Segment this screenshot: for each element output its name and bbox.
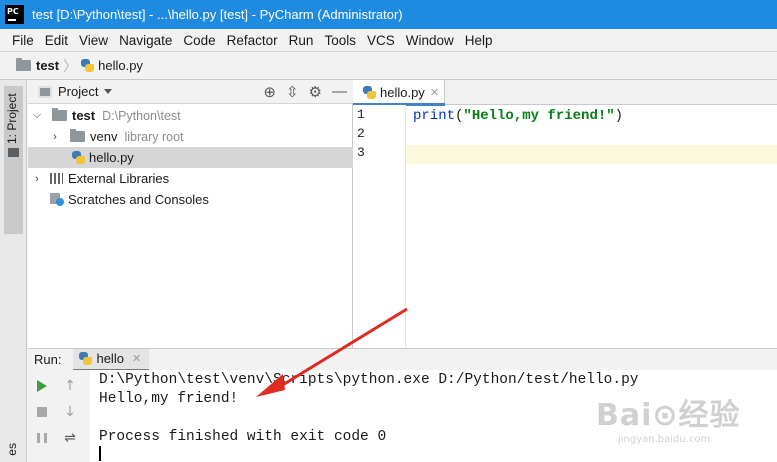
code-string-literal: "Hello,my friend!": [463, 108, 615, 124]
tool-tab-structure[interactable]: es: [5, 443, 19, 456]
project-panel-header: Project ⊕ ⇳ ⚙ —: [28, 80, 353, 104]
title-bar: PC test [D:\Python\test] - ...\hello.py …: [0, 0, 777, 29]
pause-icon[interactable]: [34, 430, 50, 446]
folder-icon: [16, 58, 31, 71]
menu-help[interactable]: Help: [461, 33, 497, 48]
project-view-icon: [38, 85, 52, 98]
run-panel-header: Run: hello ✕: [28, 348, 777, 371]
folder-icon: [52, 108, 67, 121]
line-number: 3: [357, 145, 365, 160]
tree-item-label: External Libraries: [68, 171, 170, 186]
tree-item-label: test: [72, 108, 96, 123]
project-panel: Project ⊕ ⇳ ⚙ — ⌵ test D:\Python\test › …: [28, 80, 353, 348]
breadcrumb: test 〉 hello.py: [0, 51, 777, 80]
line-number-gutter: 1 2 3: [353, 105, 406, 348]
code-area[interactable]: print("Hello,my friend!"): [413, 107, 623, 126]
line-number: 2: [357, 126, 365, 141]
library-icon: [50, 173, 63, 184]
project-panel-title[interactable]: Project: [58, 84, 98, 99]
text-caret: [99, 446, 101, 461]
breadcrumb-file-label: hello.py: [98, 58, 143, 73]
tree-item-path: D:\Python\test: [102, 108, 181, 123]
menu-navigate[interactable]: Navigate: [115, 33, 176, 48]
menu-vcs[interactable]: VCS: [363, 33, 399, 48]
tree-item-label: Scratches and Consoles: [68, 192, 209, 207]
tree-item-label: venv: [90, 129, 118, 144]
python-file-icon: [79, 352, 93, 365]
menu-refactor[interactable]: Refactor: [223, 33, 282, 48]
menu-tools[interactable]: Tools: [320, 33, 360, 48]
breadcrumb-project-label: test: [36, 58, 60, 73]
editor-tab-bar: hello.py ✕: [353, 80, 777, 106]
close-tab-icon[interactable]: ✕: [132, 352, 141, 365]
tree-item-scratches[interactable]: Scratches and Consoles: [28, 189, 353, 210]
run-tab-hello[interactable]: hello ✕: [73, 348, 150, 371]
expanded-arrow-icon[interactable]: ⌵: [30, 109, 44, 122]
line-number: 1: [357, 107, 365, 122]
editor-tab-hello-py[interactable]: hello.py ✕: [353, 80, 445, 106]
project-tool-icon: [8, 148, 19, 157]
minimize-icon[interactable]: —: [332, 83, 347, 101]
scratches-icon: [50, 193, 64, 206]
code-paren-close: ): [614, 108, 624, 124]
run-tab-label: hello: [96, 351, 124, 366]
tree-item-external-libraries[interactable]: › External Libraries: [28, 168, 353, 189]
watermark: Bai⊙经验 jingyan.baidu.com: [596, 390, 766, 452]
menu-edit[interactable]: Edit: [41, 33, 72, 48]
menu-view[interactable]: View: [75, 33, 112, 48]
stop-icon[interactable]: [34, 404, 50, 420]
run-toolbar: ↑ ↓ ⇌: [28, 370, 90, 462]
console-line-command: D:\Python\test\venv\Scripts\python.exe D…: [99, 372, 639, 388]
folder-icon: [70, 129, 85, 142]
run-panel-label: Run:: [34, 352, 62, 367]
tree-item-hello-py[interactable]: hello.py: [28, 147, 353, 168]
console-line-output: Hello,my friend!: [99, 391, 239, 407]
tree-item-project-root[interactable]: ⌵ test D:\Python\test: [28, 105, 353, 126]
python-file-icon: [81, 59, 95, 72]
collapsed-arrow-icon[interactable]: ›: [30, 173, 44, 185]
console-line-exit: Process finished with exit code 0: [99, 429, 387, 445]
editor: hello.py ✕ 1 2 3 print("Hello,my friend!…: [353, 80, 777, 348]
locate-icon[interactable]: ⊕: [263, 83, 276, 101]
scroll-down-icon[interactable]: ↓: [62, 404, 78, 420]
left-tool-strip: 1: Project es: [0, 80, 27, 462]
menu-code[interactable]: Code: [179, 33, 219, 48]
python-file-icon: [72, 151, 85, 164]
breadcrumb-separator-icon: 〉: [63, 57, 78, 74]
gear-icon[interactable]: ⚙: [309, 83, 322, 101]
code-builtin: print: [413, 108, 456, 124]
tree-item-detail: library root: [124, 129, 184, 144]
breadcrumb-project[interactable]: test: [16, 58, 59, 73]
collapse-icon[interactable]: ⇳: [286, 83, 299, 101]
breadcrumb-file[interactable]: hello.py: [81, 58, 143, 73]
watermark-brand: Bai⊙经验: [596, 398, 741, 433]
soft-wrap-icon[interactable]: ⇌: [62, 430, 78, 446]
close-tab-icon[interactable]: ✕: [430, 86, 439, 99]
tool-tab-project-label: 1: Project: [5, 93, 19, 144]
menu-file[interactable]: File: [8, 33, 38, 48]
window-title: test [D:\Python\test] - ...\hello.py [te…: [32, 7, 403, 22]
chevron-down-icon[interactable]: [104, 89, 113, 94]
menu-window[interactable]: Window: [402, 33, 458, 48]
menu-bar: File Edit View Navigate Code Refactor Ru…: [0, 29, 777, 51]
menu-run[interactable]: Run: [285, 33, 318, 48]
editor-tab-label: hello.py: [380, 85, 425, 100]
tree-item-label: hello.py: [89, 150, 134, 165]
scroll-up-icon[interactable]: ↑: [62, 378, 78, 394]
collapsed-arrow-icon[interactable]: ›: [48, 131, 62, 143]
watermark-url: jingyan.baidu.com: [618, 434, 711, 445]
run-icon[interactable]: [34, 378, 50, 394]
current-line-highlight: [353, 145, 777, 164]
tool-tab-project[interactable]: 1: Project: [4, 86, 23, 234]
pycharm-logo-icon: PC: [5, 5, 24, 24]
python-file-icon: [363, 86, 376, 99]
tree-item-venv[interactable]: › venv library root: [28, 126, 353, 147]
